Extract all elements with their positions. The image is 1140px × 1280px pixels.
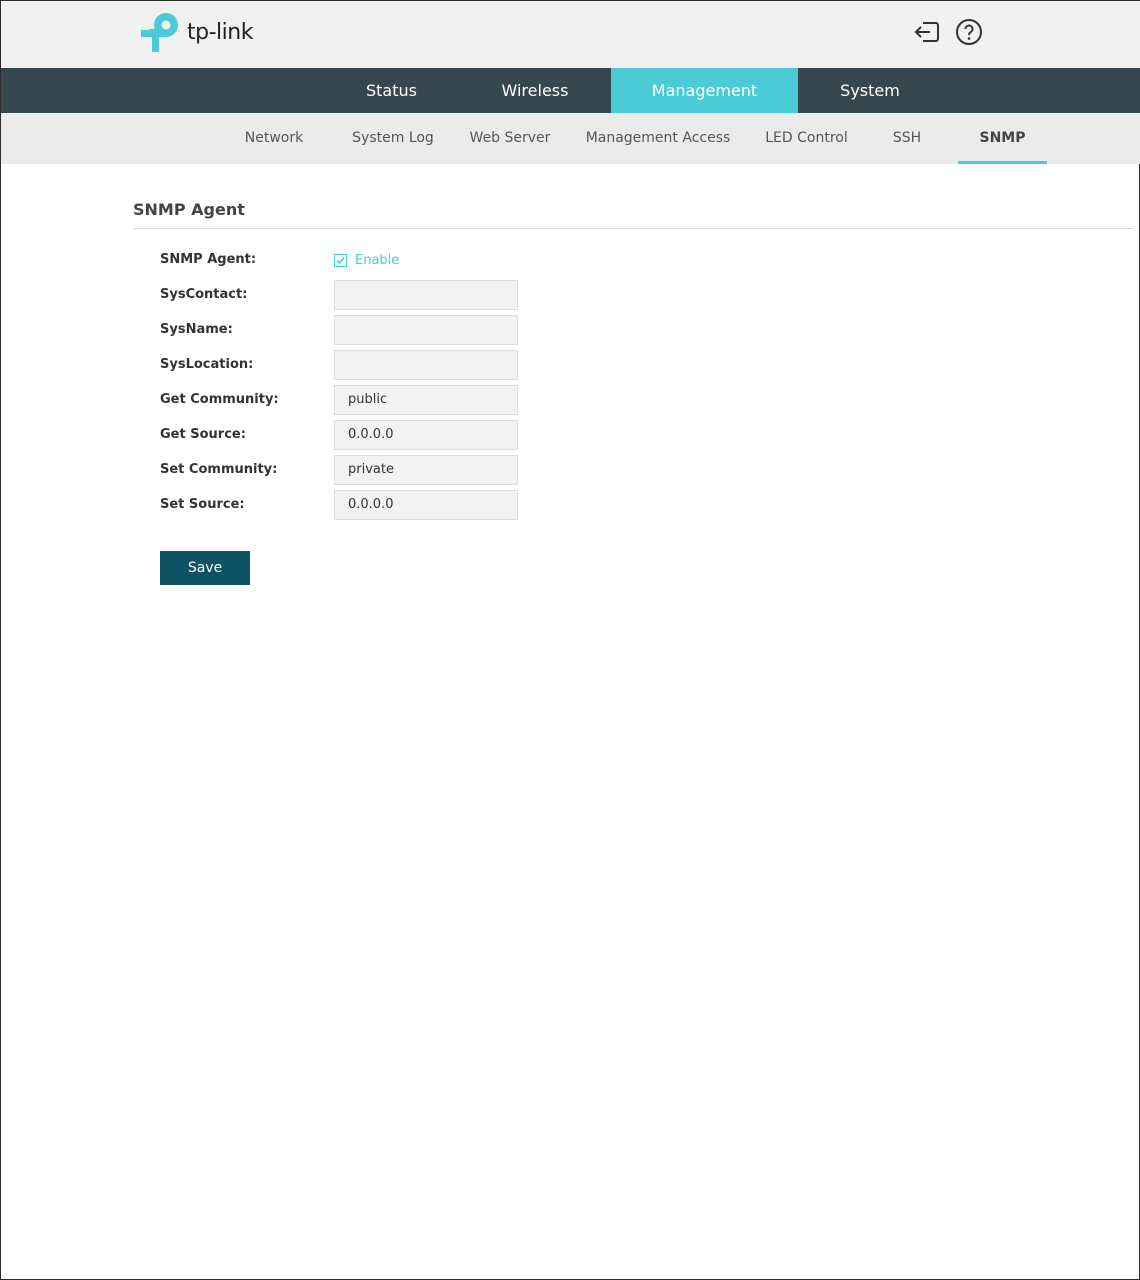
get-community-label: Get Community:	[160, 392, 279, 407]
syscontact-input[interactable]	[334, 280, 518, 310]
subtab-management-access[interactable]: Management Access	[581, 113, 735, 164]
tab-system[interactable]: System	[818, 68, 922, 113]
subtab-web-server[interactable]: Web Server	[463, 113, 557, 164]
tab-status[interactable]: Status	[338, 68, 445, 113]
subtab-ssh[interactable]: SSH	[881, 113, 933, 164]
enable-checkbox-control[interactable]: Enable	[334, 245, 399, 275]
section-title: SNMP Agent	[133, 200, 245, 219]
enable-checkbox[interactable]	[334, 253, 347, 267]
set-source-label: Set Source:	[160, 497, 245, 512]
enable-label: Enable	[355, 252, 400, 268]
logout-icon[interactable]	[912, 17, 942, 47]
syscontact-label: SysContact:	[160, 287, 248, 302]
set-community-label: Set Community:	[160, 462, 278, 477]
subtab-system-log[interactable]: System Log	[344, 113, 442, 164]
syslocation-input[interactable]	[334, 350, 518, 380]
sysname-label: SysName:	[160, 322, 233, 337]
subtab-network[interactable]: Network	[233, 113, 315, 164]
get-community-input[interactable]: public	[334, 385, 518, 415]
get-source-input[interactable]: 0.0.0.0	[334, 420, 518, 450]
top-bar: tp-link	[1, 1, 1140, 68]
subtab-snmp[interactable]: SNMP	[958, 113, 1047, 164]
tab-wireless[interactable]: Wireless	[481, 68, 589, 113]
syslocation-label: SysLocation:	[160, 357, 254, 372]
sysname-input[interactable]	[334, 315, 518, 345]
save-button[interactable]: Save	[160, 551, 250, 585]
get-source-label: Get Source:	[160, 427, 246, 442]
section-divider	[133, 228, 1133, 229]
sub-nav: Network System Log Web Server Management…	[1, 113, 1140, 164]
subtab-led-control[interactable]: LED Control	[759, 113, 854, 164]
set-community-input[interactable]: private	[334, 455, 518, 485]
main-nav: Status Wireless Management System	[1, 68, 1140, 113]
snmp-agent-label: SNMP Agent:	[160, 252, 257, 267]
checkmark-icon	[336, 256, 345, 264]
set-source-input[interactable]: 0.0.0.0	[334, 490, 518, 520]
tp-link-logo[interactable]: tp-link	[140, 10, 253, 54]
brand-name: tp-link	[187, 19, 253, 45]
tab-management[interactable]: Management	[611, 68, 798, 113]
tp-link-logo-icon	[141, 13, 178, 52]
help-icon[interactable]	[954, 17, 984, 47]
